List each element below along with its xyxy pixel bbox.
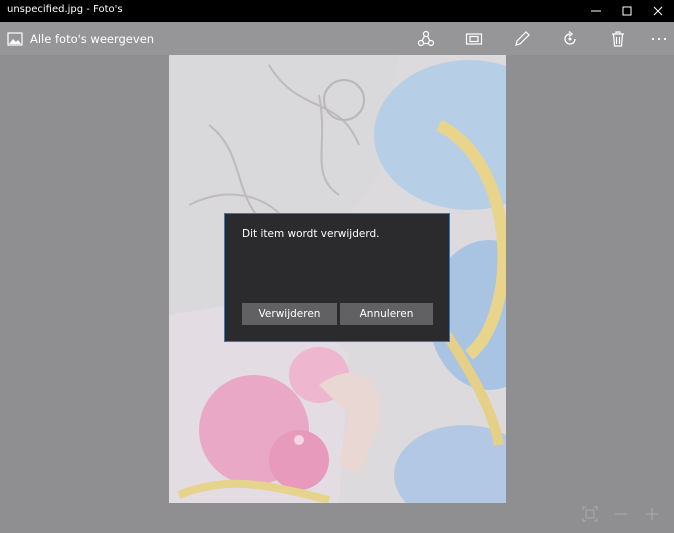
minimize-icon [591,10,601,12]
minimize-button[interactable] [580,0,612,22]
cancel-button[interactable]: Annuleren [340,303,433,325]
zoom-out-icon[interactable] [613,506,629,522]
close-button[interactable] [642,0,674,22]
title-bar: unspecified.jpg - Foto's [0,0,674,22]
share-icon[interactable] [417,30,435,48]
photo-gallery-icon[interactable] [7,31,23,47]
window-title: unspecified.jpg - Foto's [7,4,123,15]
rotate-icon[interactable] [561,30,579,48]
fit-icon[interactable] [582,506,598,522]
maximize-button[interactable] [611,0,643,22]
more-icon[interactable] [650,30,668,48]
maximize-icon [622,6,632,16]
delete-icon[interactable] [609,30,627,48]
close-icon [653,6,663,16]
back-to-all-photos-link[interactable]: Alle foto's weergeven [30,32,154,46]
dialog-message: Dit item wordt verwijderd. [242,228,380,240]
toolbar: Alle foto's weergeven [0,22,674,55]
zoom-in-icon[interactable] [644,506,660,522]
edit-pencil-icon[interactable] [513,30,531,48]
confirm-delete-button[interactable]: Verwijderen [242,303,337,325]
slideshow-icon[interactable] [465,30,483,48]
delete-confirmation-dialog: Dit item wordt verwijderd. Verwijderen A… [224,213,450,342]
